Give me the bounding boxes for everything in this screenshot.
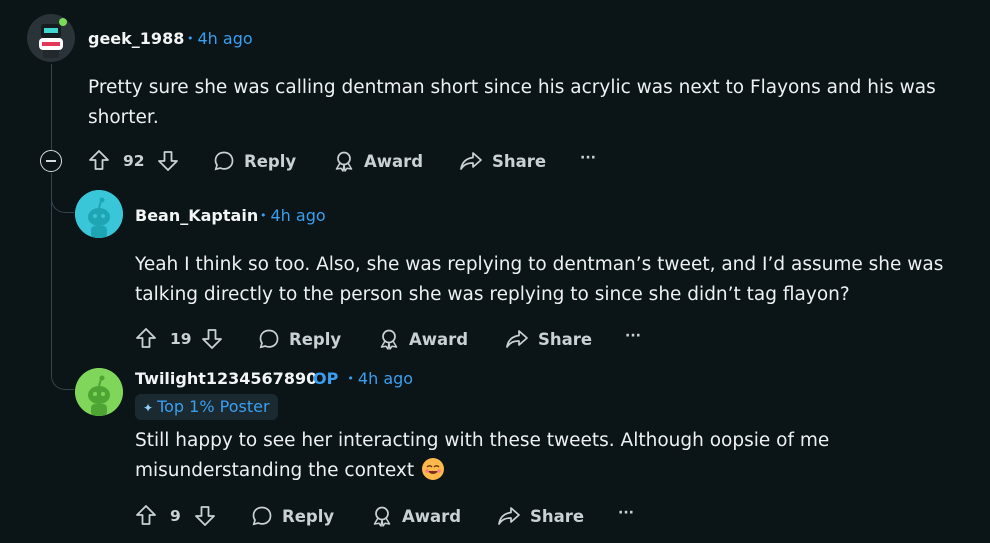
downvote-button[interactable] [157, 150, 179, 172]
avatar-image [75, 190, 123, 238]
upvote-button[interactable] [88, 149, 110, 171]
reply-label: Reply [282, 506, 335, 526]
downvote-button[interactable] [201, 328, 223, 350]
more-options-button[interactable]: ··· [618, 505, 634, 521]
reply-icon [259, 329, 279, 349]
reply-button[interactable]: Reply [251, 505, 334, 527]
downvote-button[interactable] [194, 505, 216, 527]
upvote-icon [136, 505, 156, 525]
more-icon: ··· [618, 505, 634, 521]
downvote-icon [195, 506, 215, 526]
avatar-image [75, 368, 123, 416]
more-options-button[interactable]: ··· [625, 328, 641, 344]
op-and-timestamp: OP • 4h ago [313, 369, 414, 388]
comment-line-2: misunderstanding the context [135, 460, 415, 481]
more-icon: ··· [580, 150, 596, 166]
share-icon [460, 152, 482, 170]
share-button[interactable]: Share [497, 505, 584, 527]
share-button[interactable]: Share [459, 150, 546, 172]
comment-line-1: Yeah I think so too. Also, she was reply… [135, 254, 944, 275]
share-icon [506, 330, 528, 348]
comment-line-1: Pretty sure she was calling dentman shor… [88, 77, 936, 98]
award-icon [380, 329, 398, 350]
share-icon [498, 507, 520, 525]
timestamp-text: 4h ago [357, 369, 414, 388]
collapse-button[interactable] [40, 150, 62, 172]
avatar[interactable] [75, 368, 123, 416]
thread-connector-1 [51, 180, 74, 213]
reply-icon [252, 506, 272, 526]
share-label: Share [530, 506, 585, 526]
comment-body: Yeah I think so too. Also, she was reply… [135, 250, 943, 310]
emoji-icon [422, 458, 445, 480]
avatar[interactable] [75, 190, 123, 238]
username[interactable]: Twilight1234567890 [135, 369, 317, 388]
more-icon: ··· [625, 328, 641, 344]
upvote-icon [136, 328, 156, 348]
award-button[interactable]: Award [333, 150, 423, 172]
flair-text: Top 1% Poster [157, 397, 270, 416]
award-button[interactable]: Award [371, 505, 461, 527]
comment-body: Still happy to see her interacting with … [135, 426, 829, 486]
share-label: Share [538, 329, 593, 349]
upvote-icon [89, 150, 109, 170]
award-label: Award [364, 151, 424, 171]
downvote-icon [158, 151, 178, 171]
comment-body: Pretty sure she was calling dentman shor… [88, 73, 936, 133]
reply-label: Reply [289, 329, 342, 349]
avatar-image [27, 14, 75, 62]
award-icon [335, 151, 353, 172]
timestamp: • 4h ago [187, 29, 253, 48]
timestamp-text: 4h ago [197, 29, 253, 48]
user-flair: ✦ Top 1% Poster [135, 394, 278, 420]
timestamp-text: 4h ago [270, 206, 326, 225]
vote-count: 19 [170, 330, 192, 348]
comment-line-2: talking directly to the person she was r… [135, 284, 850, 305]
reply-button[interactable]: Reply [213, 150, 296, 172]
share-button[interactable]: Share [505, 328, 592, 350]
username[interactable]: geek_1988 [88, 29, 184, 48]
thread-line-main [51, 64, 52, 150]
downvote-icon [202, 329, 222, 349]
flair-icon: ✦ [143, 401, 154, 415]
more-options-button[interactable]: ··· [580, 150, 596, 166]
upvote-button[interactable] [135, 327, 157, 349]
comment-line-2: shorter. [88, 107, 159, 128]
vote-count: 9 [170, 507, 181, 525]
award-button[interactable]: Award [378, 328, 468, 350]
timestamp: • 4h ago [260, 206, 326, 225]
reply-icon [214, 151, 234, 171]
upvote-button[interactable] [135, 504, 157, 526]
reply-label: Reply [244, 151, 297, 171]
share-label: Share [492, 151, 547, 171]
avatar[interactable] [27, 14, 75, 62]
comment-line-1: Still happy to see her interacting with … [135, 430, 830, 451]
vote-count: 92 [123, 152, 145, 170]
username[interactable]: Bean_Kaptain [135, 206, 258, 225]
award-icon [373, 506, 391, 527]
collapse-icon [46, 160, 56, 162]
award-label: Award [409, 329, 469, 349]
op-badge: OP [313, 369, 339, 388]
award-label: Award [402, 506, 462, 526]
reply-button[interactable]: Reply [258, 328, 341, 350]
thread-connector-2 [51, 355, 74, 390]
